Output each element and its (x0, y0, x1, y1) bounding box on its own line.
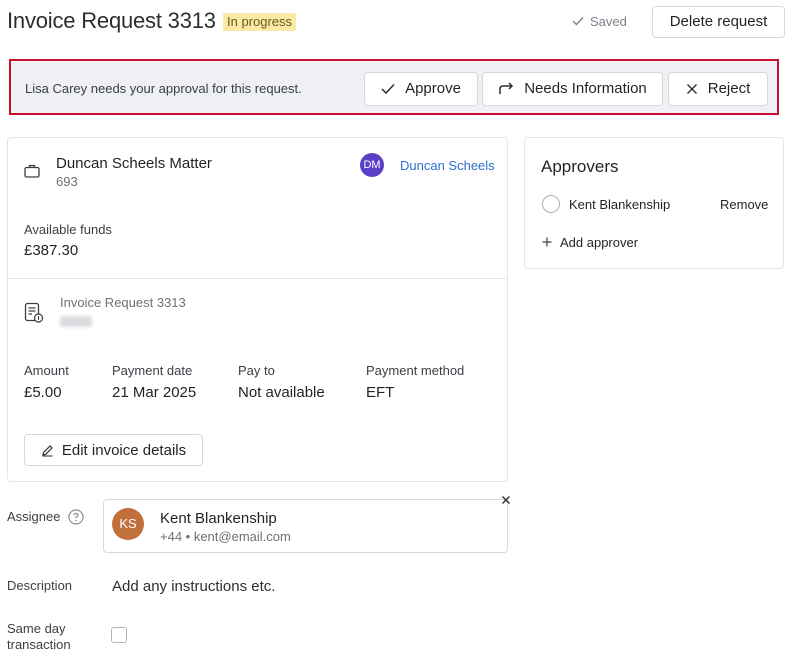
check-icon (572, 14, 584, 29)
available-funds-value: £387.30 (24, 242, 79, 259)
edit-invoice-details-button[interactable]: Edit invoice details (24, 434, 203, 466)
close-icon (686, 83, 698, 95)
pay-to-label: Pay to (238, 363, 275, 378)
assignee-name: Kent Blankenship (160, 510, 277, 527)
approval-banner: Lisa Carey needs your approval for this … (9, 59, 779, 115)
assignee-label: Assignee (7, 509, 61, 524)
page-title: Invoice Request 3313 (7, 8, 216, 33)
payment-date-label: Payment date (112, 363, 193, 378)
help-icon[interactable] (68, 509, 84, 530)
approval-banner-body: Lisa Carey needs your approval for this … (13, 63, 775, 111)
needs-information-label: Needs Information (524, 80, 647, 97)
reject-label: Reject (707, 80, 751, 97)
matter-person-link[interactable]: Duncan Scheels (400, 158, 495, 173)
assignee-field[interactable]: KS Kent Blankenship +44 • kent@email.com (103, 499, 508, 553)
delete-request-button[interactable]: Delete request (652, 6, 785, 38)
amount-value: £5.00 (24, 384, 62, 401)
add-approver-button[interactable]: Add approver (542, 235, 638, 250)
assignee-contact: +44 • kent@email.com (160, 529, 291, 544)
avatar: KS (112, 508, 144, 540)
redacted-value (60, 316, 92, 327)
check-icon (381, 83, 395, 95)
approver-name: Kent Blankenship (569, 197, 671, 212)
payment-method-value: EFT (366, 384, 395, 401)
same-day-label-line1: Same day (7, 621, 66, 636)
approvers-card: Approvers Kent Blankenship Remove Add ap… (524, 137, 784, 269)
approver-status-radio (542, 195, 560, 213)
saved-indicator: Saved (572, 14, 627, 29)
approve-button[interactable]: Approve (364, 72, 478, 106)
pay-to-value: Not available (238, 384, 325, 401)
needs-information-button[interactable]: Needs Information (482, 72, 663, 106)
status-badge: In progress (223, 13, 297, 31)
redirect-arrow-icon (498, 82, 514, 96)
page-header: Invoice Request 3313 In progress Saved D… (0, 0, 799, 44)
briefcase-icon (24, 164, 40, 183)
clear-assignee-icon[interactable] (500, 493, 512, 511)
edit-invoice-details-label: Edit invoice details (61, 441, 187, 459)
approval-message: Lisa Carey needs your approval for this … (25, 81, 302, 96)
invoice-icon (24, 302, 44, 329)
same-day-label-line2: transaction (7, 637, 71, 652)
plus-icon (542, 235, 552, 250)
payment-method-label: Payment method (366, 363, 465, 378)
approve-label: Approve (405, 80, 461, 97)
saved-label: Saved (590, 14, 627, 29)
matter-name[interactable]: Duncan Scheels Matter (56, 155, 212, 172)
matter-card: Duncan Scheels Matter 693 DM Duncan Sche… (7, 137, 508, 482)
add-approver-label: Add approver (560, 235, 639, 250)
description-field[interactable]: Add any instructions etc. (112, 578, 275, 595)
description-label: Description (7, 578, 73, 593)
pencil-icon (41, 444, 54, 457)
approvers-title: Approvers (541, 157, 619, 176)
available-funds-label: Available funds (24, 222, 112, 237)
amount-label: Amount (24, 363, 69, 378)
divider (8, 278, 507, 279)
remove-approver-button[interactable]: Remove (720, 197, 768, 212)
payment-date-value: 21 Mar 2025 (112, 384, 197, 401)
invoice-title: Invoice Request 3313 (60, 295, 186, 310)
same-day-checkbox[interactable] (111, 627, 127, 643)
matter-number: 693 (56, 174, 78, 189)
avatar: DM (360, 153, 384, 177)
reject-button[interactable]: Reject (668, 72, 768, 106)
